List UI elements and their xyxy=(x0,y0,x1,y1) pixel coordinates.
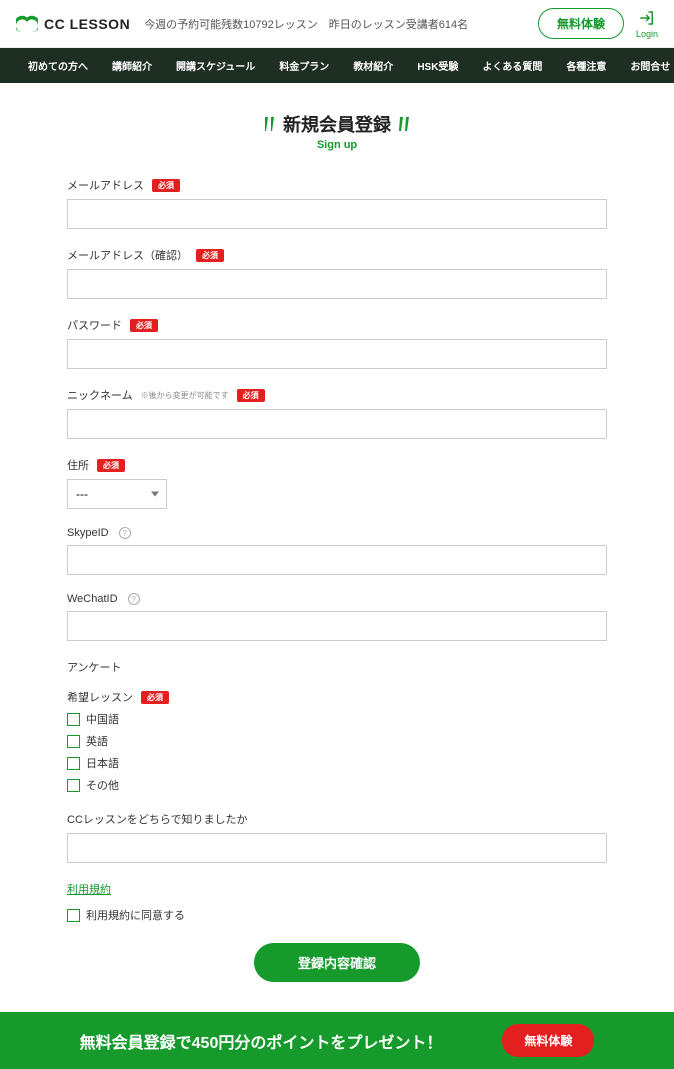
main: 新規会員登録 Sign up メールアドレス 必須 メールアドレス（確認） 必須… xyxy=(57,111,617,1012)
nav-item-pricing[interactable]: 料金プラン xyxy=(267,48,341,83)
submit-row: 登録内容確認 xyxy=(67,943,607,982)
submit-button[interactable]: 登録内容確認 xyxy=(254,943,420,982)
desired-option-other[interactable]: その他 xyxy=(67,777,607,793)
desired-option-en[interactable]: 英語 xyxy=(67,733,607,749)
quote-left-icon xyxy=(265,117,275,131)
email-label: メールアドレス xyxy=(67,177,144,193)
header-info: 今週の予約可能残数10792レッスン 昨日のレッスン受講者614名 xyxy=(144,16,468,32)
option-label: その他 xyxy=(86,777,119,793)
terms-block: 利用規約 利用規約に同意する xyxy=(67,881,607,923)
desired-option-cn[interactable]: 中国語 xyxy=(67,711,607,727)
wechat-label: WeChatID xyxy=(67,593,118,605)
field-wechat: WeChatID ? xyxy=(67,593,607,641)
nav-left: 初めての方へ 講師紹介 開講スケジュール 料金プラン 教材紹介 HSK受験 よく… xyxy=(16,48,554,83)
survey-heading: アンケート xyxy=(67,659,607,675)
checkbox-icon xyxy=(67,779,80,792)
banner-text: 無料会員登録で450円分のポイントをプレゼント！ xyxy=(80,1029,443,1053)
referral-input[interactable] xyxy=(67,833,607,863)
nav-item-intro[interactable]: 初めての方へ xyxy=(16,48,100,83)
field-email: メールアドレス 必須 xyxy=(67,177,607,229)
header: CC LESSON 今週の予約可能残数10792レッスン 昨日のレッスン受講者6… xyxy=(0,0,674,48)
page-subtitle: Sign up xyxy=(67,139,607,151)
required-badge: 必須 xyxy=(196,249,224,262)
required-badge: 必須 xyxy=(130,319,158,332)
page-title-row: 新規会員登録 xyxy=(265,111,409,137)
option-label: 中国語 xyxy=(86,711,119,727)
logo-text: CC LESSON xyxy=(44,16,130,32)
nickname-hint: ※後から変更が可能です xyxy=(141,390,229,401)
required-badge: 必須 xyxy=(97,459,125,472)
header-left: CC LESSON 今週の予約可能残数10792レッスン 昨日のレッスン受講者6… xyxy=(16,13,468,35)
login-icon xyxy=(638,9,656,27)
required-badge: 必須 xyxy=(237,389,265,402)
nav-bar: 初めての方へ 講師紹介 開講スケジュール 料金プラン 教材紹介 HSK受験 よく… xyxy=(0,48,674,83)
terms-link[interactable]: 利用規約 xyxy=(67,884,111,896)
field-password: パスワード 必須 xyxy=(67,317,607,369)
field-nickname: ニックネーム ※後から変更が可能です 必須 xyxy=(67,387,607,439)
nav-right: 各種注意 お問合せ xyxy=(554,48,674,83)
field-address: 住所 必須 --- xyxy=(67,457,607,509)
agree-row[interactable]: 利用規約に同意する xyxy=(67,907,607,923)
password-label: パスワード xyxy=(67,317,122,333)
help-icon[interactable]: ? xyxy=(119,527,131,539)
login-label: Login xyxy=(636,29,658,39)
desired-label: 希望レッスン xyxy=(67,689,133,705)
field-referral: CCレッスンをどちらで知りましたか xyxy=(67,811,607,863)
wechat-input[interactable] xyxy=(67,611,607,641)
option-label: 英語 xyxy=(86,733,108,749)
logo[interactable]: CC LESSON xyxy=(16,13,130,35)
logo-icon xyxy=(16,13,38,35)
login-link[interactable]: Login xyxy=(636,9,658,39)
required-badge: 必須 xyxy=(152,179,180,192)
nav-item-hsk[interactable]: HSK受験 xyxy=(405,48,470,83)
nickname-label: ニックネーム xyxy=(67,387,133,403)
nav-item-schedule[interactable]: 開講スケジュール xyxy=(164,48,267,83)
help-icon[interactable]: ? xyxy=(128,593,140,605)
banner-cta-button[interactable]: 無料体験 xyxy=(502,1024,594,1057)
nav-item-notice[interactable]: 各種注意 xyxy=(554,48,618,83)
address-label: 住所 xyxy=(67,457,89,473)
option-label: 日本語 xyxy=(86,755,119,771)
nav-item-contact[interactable]: お問合せ xyxy=(618,48,674,83)
email-input[interactable] xyxy=(67,199,607,229)
quote-right-icon xyxy=(399,117,409,131)
nickname-input[interactable] xyxy=(67,409,607,439)
required-badge: 必須 xyxy=(141,691,169,704)
nav-item-faq[interactable]: よくある質問 xyxy=(470,48,554,83)
field-desired: 希望レッスン 必須 中国語 英語 日本語 その他 xyxy=(67,689,607,793)
agree-label: 利用規約に同意する xyxy=(86,907,185,923)
bottom-banner: 無料会員登録で450円分のポイントをプレゼント！ 無料体験 xyxy=(0,1012,674,1069)
email-confirm-label: メールアドレス（確認） xyxy=(67,247,188,263)
nav-item-teachers[interactable]: 講師紹介 xyxy=(100,48,164,83)
page-title: 新規会員登録 xyxy=(283,111,391,137)
trial-button[interactable]: 無料体験 xyxy=(538,8,624,39)
checkbox-icon xyxy=(67,713,80,726)
desired-option-jp[interactable]: 日本語 xyxy=(67,755,607,771)
field-skype: SkypeID ? xyxy=(67,527,607,575)
referral-label: CCレッスンをどちらで知りましたか xyxy=(67,811,248,827)
email-confirm-input[interactable] xyxy=(67,269,607,299)
checkbox-icon xyxy=(67,757,80,770)
nav-item-materials[interactable]: 教材紹介 xyxy=(341,48,405,83)
header-right: 無料体験 Login xyxy=(538,8,658,39)
page-title-wrap: 新規会員登録 Sign up xyxy=(67,111,607,151)
skype-label: SkypeID xyxy=(67,527,109,539)
field-email-confirm: メールアドレス（確認） 必須 xyxy=(67,247,607,299)
checkbox-icon xyxy=(67,909,80,922)
checkbox-icon xyxy=(67,735,80,748)
skype-input[interactable] xyxy=(67,545,607,575)
password-input[interactable] xyxy=(67,339,607,369)
address-select[interactable]: --- xyxy=(67,479,167,509)
